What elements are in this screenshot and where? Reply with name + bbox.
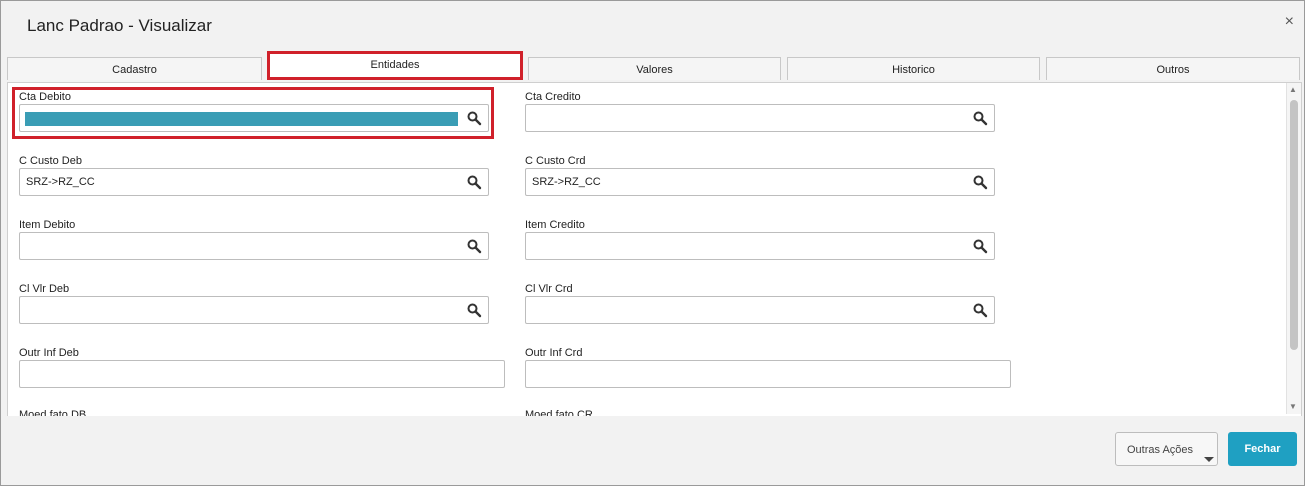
dialog-title: Lanc Padrao - Visualizar bbox=[27, 16, 212, 35]
cta-debito-label: Cta Debito bbox=[19, 91, 71, 103]
outr-inf-deb-field[interactable] bbox=[19, 360, 505, 388]
c-custo-crd-field[interactable]: SRZ->RZ_CC bbox=[525, 168, 995, 196]
item-debito-field[interactable] bbox=[19, 232, 489, 260]
fechar-button[interactable]: Fechar bbox=[1228, 432, 1297, 466]
cl-vlr-crd-field[interactable] bbox=[525, 296, 995, 324]
scroll-thumb[interactable] bbox=[1290, 100, 1298, 350]
search-icon[interactable] bbox=[972, 174, 988, 190]
cl-vlr-deb-label: Cl Vlr Deb bbox=[19, 283, 70, 295]
cta-credito-field[interactable] bbox=[525, 104, 995, 132]
outras-acoes-label: Outras Ações bbox=[1127, 444, 1194, 456]
form-content: Cta Debito Cta Credito C Custo Deb SRZ->… bbox=[7, 82, 1302, 417]
item-debito-label: Item Debito bbox=[19, 219, 76, 231]
c-custo-deb-value: SRZ->RZ_CC bbox=[26, 176, 95, 188]
title-bar: Lanc Padrao - Visualizar × bbox=[1, 1, 1304, 48]
footer-bar: Outras Ações Fechar bbox=[1, 416, 1304, 485]
c-custo-crd-label: C Custo Crd bbox=[525, 155, 586, 167]
cta-credito-label: Cta Credito bbox=[525, 91, 581, 103]
tab-cadastro[interactable]: Cadastro bbox=[7, 57, 262, 80]
close-icon[interactable]: × bbox=[1285, 13, 1294, 31]
scroll-up-icon[interactable]: ▲ bbox=[1289, 85, 1297, 94]
item-credito-label: Item Credito bbox=[525, 219, 585, 231]
tab-valores[interactable]: Valores bbox=[528, 57, 781, 80]
tab-entidades[interactable]: Entidades bbox=[267, 51, 523, 80]
tab-historico[interactable]: Historico bbox=[787, 57, 1040, 80]
outras-acoes-button[interactable]: Outras Ações bbox=[1115, 432, 1218, 466]
c-custo-deb-label: C Custo Deb bbox=[19, 155, 82, 167]
search-icon[interactable] bbox=[466, 302, 482, 318]
search-icon[interactable] bbox=[466, 238, 482, 254]
tab-outros[interactable]: Outros bbox=[1046, 57, 1300, 80]
outr-inf-deb-label: Outr Inf Deb bbox=[19, 347, 79, 359]
search-icon[interactable] bbox=[972, 110, 988, 126]
search-icon[interactable] bbox=[466, 174, 482, 190]
outr-inf-crd-field[interactable] bbox=[525, 360, 1011, 388]
dialog-window: Lanc Padrao - Visualizar × Cadastro Enti… bbox=[0, 0, 1305, 486]
cta-debito-field[interactable] bbox=[19, 104, 489, 132]
tab-bar: Cadastro Entidades Valores Historico Out… bbox=[1, 48, 1304, 82]
vertical-scrollbar[interactable]: ▲ ▼ bbox=[1286, 83, 1301, 414]
c-custo-deb-field[interactable]: SRZ->RZ_CC bbox=[19, 168, 489, 196]
cl-vlr-deb-field[interactable] bbox=[19, 296, 489, 324]
outr-inf-crd-label: Outr Inf Crd bbox=[525, 347, 583, 359]
cl-vlr-crd-label: Cl Vlr Crd bbox=[525, 283, 573, 295]
scroll-down-icon[interactable]: ▼ bbox=[1289, 402, 1297, 411]
search-icon[interactable] bbox=[466, 110, 482, 126]
search-icon[interactable] bbox=[972, 302, 988, 318]
caret-down-icon bbox=[1204, 457, 1214, 462]
item-credito-field[interactable] bbox=[525, 232, 995, 260]
c-custo-crd-value: SRZ->RZ_CC bbox=[532, 176, 601, 188]
search-icon[interactable] bbox=[972, 238, 988, 254]
selected-text-highlight bbox=[25, 112, 458, 126]
